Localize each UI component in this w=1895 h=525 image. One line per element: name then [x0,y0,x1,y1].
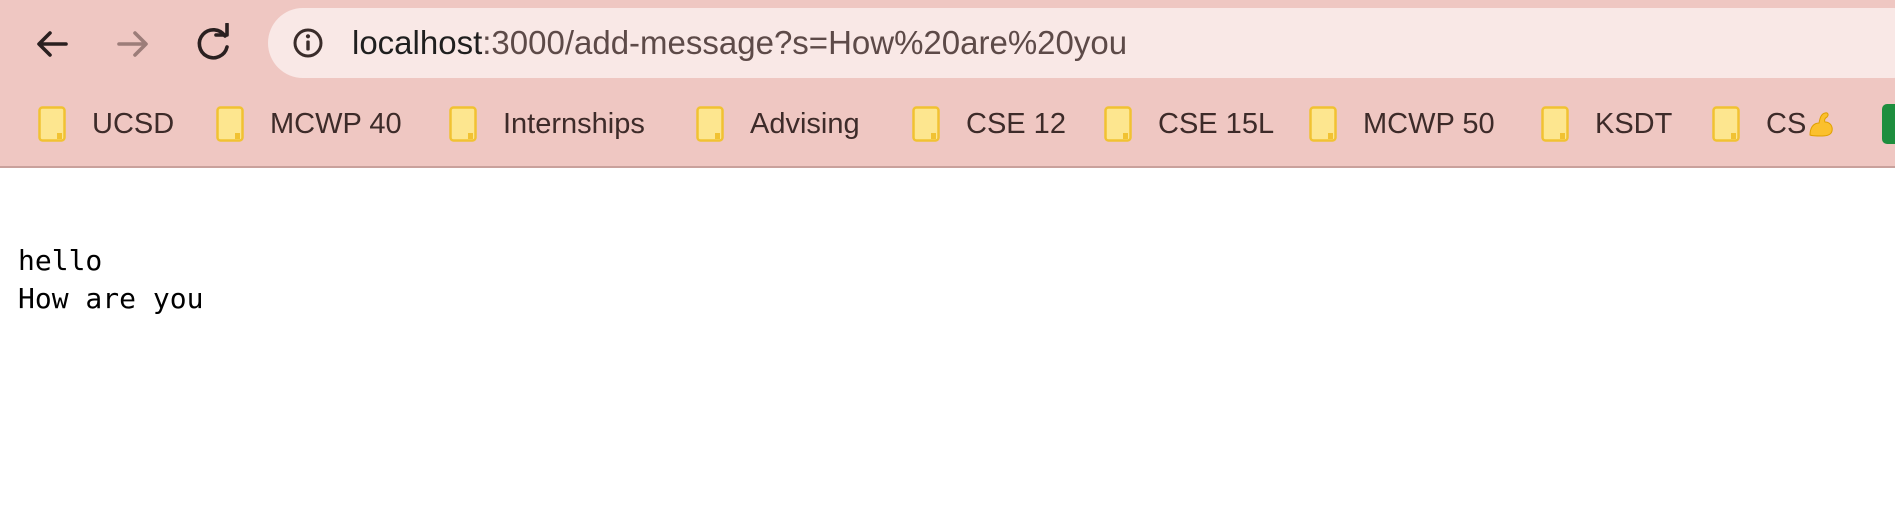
folder-icon [38,106,66,142]
address-bar[interactable]: localhost:3000/add-message?s=How%20are%2… [268,8,1895,78]
bookmark-label: UCSD [92,107,175,140]
bookmark-label: CS [1766,107,1807,140]
browser-toolbar: localhost:3000/add-message?s=How%20are%2… [0,0,1895,168]
folder-icon [696,106,724,142]
reload-icon [197,23,229,60]
folder-icon [912,106,940,142]
forward-arrow-icon [117,31,148,57]
bookmark-mcwp-50[interactable]: MCWP 50 [1309,96,1495,152]
back-arrow-icon [37,31,68,57]
back-button[interactable] [24,16,80,72]
message-line: hello [18,244,103,277]
bookmark-label: MCWP 50 [1363,107,1495,140]
folder-icon [1541,106,1569,142]
bookmark-label: Advising [750,107,860,140]
bookmark-cse-12[interactable]: CSE 12 [912,96,1066,152]
bookmark-cse-15l[interactable]: CSE 15L [1104,96,1274,152]
bookmark-label: KSDT [1595,107,1673,140]
bookmark-ucsd[interactable]: UCSD [38,96,174,152]
bookmark-mcwp-40[interactable]: MCWP 40 [216,96,402,152]
flexed-biceps-emoji-icon [1809,112,1833,137]
url-path: :3000/add-message?s=How%20are%20you [482,24,1128,61]
page-content: hello How are you [18,242,203,318]
bookmark-label: CSE 15L [1158,107,1275,140]
reload-button[interactable] [185,16,241,72]
folder-icon [216,106,244,142]
folder-icon [1712,106,1740,142]
message-line: How are you [18,282,204,315]
bookmark-partial-icon[interactable] [1882,104,1895,144]
bookmark-internships[interactable]: Internships [449,96,645,152]
info-icon[interactable] [292,27,324,59]
bookmark-advising[interactable]: Advising [696,96,860,152]
forward-button[interactable] [105,16,161,72]
bookmark-label: MCWP 40 [270,107,402,140]
bookmark-ksdt[interactable]: KSDT [1541,96,1672,152]
bookmark-label: Internships [503,107,645,140]
bookmark-cs[interactable]: CS [1712,96,1836,152]
bookmarks-bar: UCSD MCWP 40 Internships Advising CSE 12… [0,96,1895,152]
folder-icon [1104,106,1132,142]
url-host: localhost [352,24,483,61]
url-text[interactable]: localhost:3000/add-message?s=How%20are%2… [352,8,1127,78]
folder-icon [1309,106,1337,142]
folder-icon [449,106,477,142]
bookmark-label: CSE 12 [966,107,1066,140]
